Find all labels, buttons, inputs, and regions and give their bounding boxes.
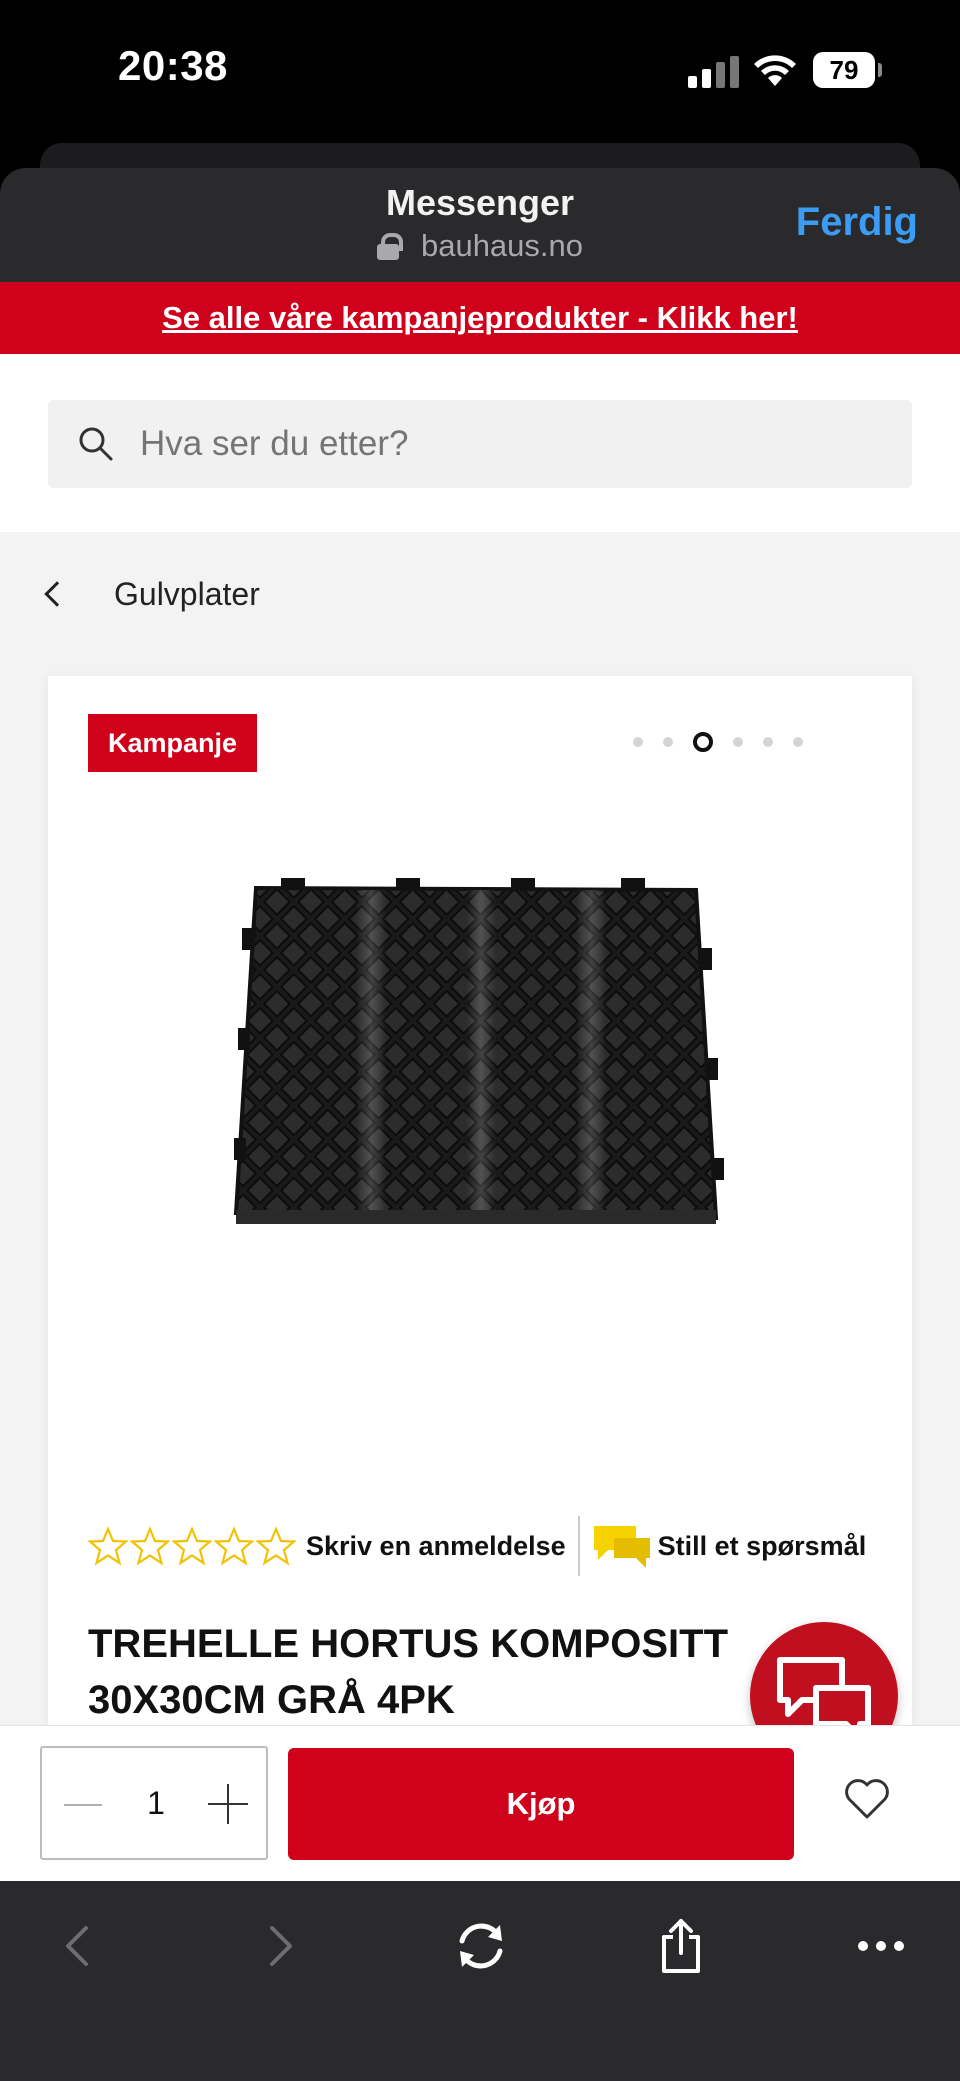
browser-toolbar [0, 1881, 960, 2081]
carousel-dot[interactable] [663, 737, 673, 747]
battery-indicator: 79 [813, 52, 882, 88]
back-icon[interactable] [42, 1911, 112, 1981]
heart-icon[interactable] [844, 1778, 890, 1820]
carousel-dot[interactable] [633, 737, 643, 747]
carousel-dot[interactable] [793, 737, 803, 747]
breadcrumb-label: Gulvplater [114, 576, 260, 612]
carousel-dot[interactable] [733, 737, 743, 747]
forward-icon[interactable] [246, 1911, 316, 1981]
search-box[interactable] [48, 400, 912, 488]
chevron-left-icon [44, 581, 70, 607]
quantity-stepper: 1 [40, 1746, 268, 1860]
buy-button[interactable]: Kjøp [288, 1748, 794, 1860]
status-time: 20:38 [118, 42, 228, 89]
search-input[interactable] [140, 400, 880, 488]
product-card: Kampanje Skriv en anmeldelse Still et sp… [48, 676, 912, 1725]
buy-bar: 1 Kjøp [0, 1725, 960, 1881]
browser-sheet-header: Messenger bauhaus.no Ferdig [0, 168, 960, 282]
share-icon[interactable] [646, 1911, 716, 1981]
image-carousel-dots[interactable] [633, 730, 803, 754]
minus-icon[interactable] [60, 1790, 106, 1820]
cellular-signal-icon [688, 56, 740, 88]
wifi-icon [754, 55, 796, 86]
quantity-value[interactable]: 1 [106, 1748, 206, 1858]
reload-icon[interactable] [446, 1911, 516, 1981]
campaign-badge: Kampanje [88, 714, 258, 772]
main-content: Gulvplater Kampanje Skriv en anmeldelse … [0, 532, 960, 1725]
search-section [0, 354, 960, 532]
url-text: bauhaus.no [420, 228, 584, 263]
search-icon [79, 427, 113, 461]
promo-banner-link[interactable]: Se alle våre kampanjeprodukter - Klikk h… [0, 282, 960, 354]
lock-icon [376, 233, 403, 260]
status-bar: 20:38 79 [0, 0, 960, 145]
breadcrumb-back[interactable]: Gulvplater [44, 576, 260, 613]
carousel-dot[interactable] [763, 737, 773, 747]
done-button[interactable]: Ferdig [796, 200, 918, 245]
product-image[interactable] [226, 868, 726, 1248]
carousel-dot-active[interactable] [693, 732, 713, 752]
more-icon[interactable] [846, 1911, 916, 1981]
plus-icon[interactable] [206, 1784, 250, 1824]
